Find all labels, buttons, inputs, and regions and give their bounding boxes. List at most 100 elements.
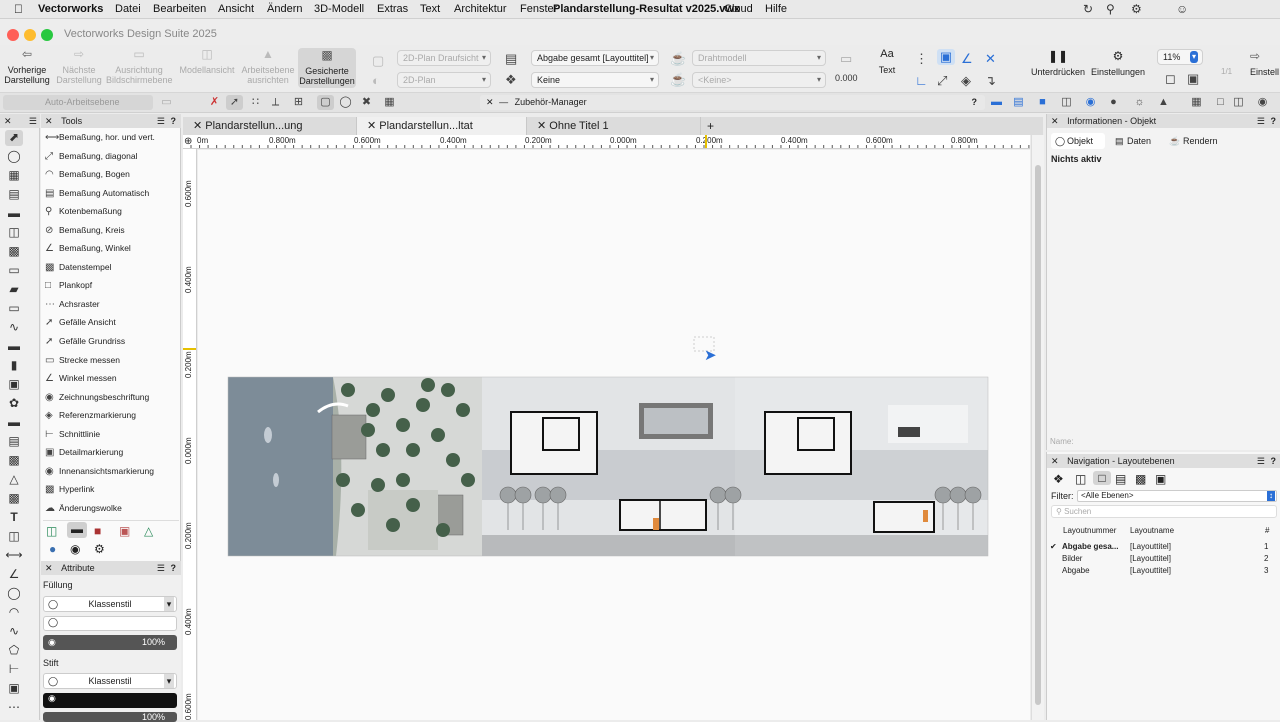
dimension-chain-tool-icon[interactable]: ⊢	[5, 662, 23, 678]
close-icon[interactable]: ✕	[45, 563, 53, 573]
settings2-button[interactable]: ⇨ Einstell	[1250, 50, 1280, 77]
menu-icon[interactable]: ☰	[157, 561, 165, 575]
tool-grid-line[interactable]: ⋯ Achsraster	[45, 299, 100, 310]
dimension-tool-icon[interactable]: ⟷	[5, 548, 23, 564]
menu-ansicht[interactable]: Ansicht	[218, 3, 254, 15]
zoom-select[interactable]: 11% ▾	[1157, 49, 1203, 65]
wall-tool-icon[interactable]: ▬	[5, 206, 23, 222]
railing-tool-icon[interactable]: ∿	[5, 320, 23, 336]
tool-interior-elevation[interactable]: ◉ Innenansichtsmarkierung	[45, 466, 154, 477]
stack-icon[interactable]: ◫	[1230, 95, 1247, 110]
render-sub-select[interactable]: <Keine> ▾	[692, 72, 826, 88]
close-icon[interactable]: ✕	[367, 120, 376, 132]
accessory-manager-bar[interactable]: ✕ — Zubehör-Manager ?	[480, 95, 985, 110]
menu-cloud[interactable]: Cloud	[724, 3, 753, 15]
fill-opacity-field[interactable]: ◉ 100%	[43, 635, 177, 650]
scroll-thumb[interactable]	[1035, 165, 1041, 705]
freehand-icon[interactable]: ✖	[358, 95, 375, 110]
col-layout-number[interactable]: Layoutnummer	[1063, 526, 1116, 535]
saved-views-button[interactable]: ▩ Gesicherte Darstellungen	[298, 48, 356, 88]
toolset-landscape-icon[interactable]: △	[144, 524, 153, 538]
doc-tab-2[interactable]: ✕ Plandarstellun...ltat v2025.vwx	[357, 117, 527, 150]
menu-bearbeiten[interactable]: Bearbeiten	[153, 3, 206, 15]
col-layout-name[interactable]: Layoutname	[1130, 526, 1174, 535]
callout-tool-icon[interactable]: ◫	[5, 529, 23, 545]
layout-row[interactable]: Bilder [Layouttitel] 2	[1047, 554, 1280, 566]
fill-color-field[interactable]: ◯	[43, 616, 177, 631]
column-tool-icon[interactable]: ◫	[5, 225, 23, 241]
camera-icon[interactable]: ◉	[1082, 95, 1099, 110]
grade-tool-icon[interactable]: △	[5, 472, 23, 488]
plant-tool-icon[interactable]: ✿	[5, 396, 23, 412]
render-sphere-icon[interactable]: ●	[1105, 95, 1122, 110]
selection-tool-icon[interactable]: ⬈	[5, 130, 23, 146]
search-icon[interactable]: ⚲	[1106, 2, 1115, 16]
doc-tab-3[interactable]: ✕ Ohne Titel 1	[527, 117, 701, 135]
pan-tool-icon[interactable]: ◯	[5, 149, 23, 165]
menu-3d-modell[interactable]: 3D-Modell	[314, 3, 364, 15]
align-workplane-button[interactable]: ▲ Arbeitsebene ausrichten	[238, 48, 298, 85]
vertical-scrollbar[interactable]	[1031, 135, 1044, 720]
snap-box-icon[interactable]: ▣	[937, 49, 955, 65]
close-window-button[interactable]	[7, 29, 19, 41]
constraint-tangent-icon[interactable]: ⊞	[290, 95, 307, 110]
pen-color-field[interactable]: ◉	[43, 693, 177, 708]
snap-smart-icon[interactable]: ∟	[915, 73, 928, 88]
align-screen-plane-button[interactable]: ▭ Ausrichtung Bildschirmebene	[106, 48, 173, 85]
help-icon[interactable]: ?	[171, 561, 177, 575]
snap-tangent-icon[interactable]: ⤢	[937, 73, 947, 89]
layout-row[interactable]: ✔ Abgabe gesa... [Layouttitel] 1	[1047, 542, 1280, 554]
workplane-view-icon[interactable]: ▭	[158, 95, 175, 110]
search-input[interactable]: ⚲ Suchen	[1051, 505, 1277, 518]
stair-tool-icon[interactable]: ▭	[5, 263, 23, 279]
toolset-furniture-icon[interactable]: ▣	[119, 524, 130, 538]
close-icon[interactable]: ✕	[1051, 456, 1059, 466]
polygon-tool-icon[interactable]: ⬠	[5, 643, 23, 659]
menu-text[interactable]: Text	[420, 3, 440, 15]
model-view-button[interactable]: ◫ Modellansicht	[177, 48, 237, 75]
text-button[interactable]: Aa Text	[872, 49, 902, 76]
circle-tool-icon[interactable]: ◯	[5, 586, 23, 602]
tool-dim-diag[interactable]: ⤢ Bemaßung, diagonal	[45, 151, 137, 162]
door-tool-icon[interactable]: ▦	[5, 168, 23, 184]
tool-measure-distance[interactable]: ▭ Strecke messen	[45, 355, 120, 366]
tool-slope-view[interactable]: ➚ Gefälle Ansicht	[45, 317, 116, 328]
table-icon[interactable]: ▦	[381, 95, 398, 110]
menu-aendern[interactable]: Ändern	[267, 3, 302, 15]
minus-icon[interactable]: —	[499, 97, 508, 107]
toolset-visualization-icon[interactable]: ●	[49, 542, 56, 556]
viewport-tool-icon[interactable]: ▩	[5, 491, 23, 507]
auto-workplane-button[interactable]: Auto-Arbeitsebene	[3, 95, 153, 110]
menu-datei[interactable]: Datei	[115, 3, 141, 15]
close-icon[interactable]: ✕	[1051, 116, 1059, 126]
snap-edge-icon[interactable]: ↴	[985, 73, 996, 89]
layer-options-icon[interactable]: ▬	[988, 95, 1005, 110]
freeform-tool-icon[interactable]: ∿	[5, 624, 23, 640]
apple-menu-icon[interactable]: 	[14, 2, 23, 16]
nav-sheets-icon[interactable]: □	[1093, 471, 1111, 485]
toolset-site-icon[interactable]: ◫	[46, 524, 57, 538]
layer-select[interactable]: Abgabe gesamt [Layouttitel] ▾	[531, 50, 659, 66]
fill-style-select[interactable]: ◯ Klassenstil ▾	[43, 596, 177, 612]
tool-section-line[interactable]: ⊢ Schnittlinie	[45, 429, 100, 440]
constraint-off-icon[interactable]: ✗	[206, 95, 223, 110]
constraint-line-icon[interactable]: ➚	[226, 95, 243, 110]
menu-fenster[interactable]: Fenster	[520, 3, 557, 15]
sync-icon[interactable]: ↻	[1083, 2, 1093, 16]
tool-dim-angle[interactable]: ∠ Bemaßung, Winkel	[45, 243, 131, 254]
tool-dim-arc[interactable]: ◠ Bemaßung, Bogen	[45, 169, 130, 180]
window-tool-icon[interactable]: ▤	[5, 187, 23, 203]
layer-icon[interactable]: ▤	[505, 51, 517, 67]
menu-icon[interactable]: ☰	[1257, 454, 1265, 468]
nav-viewports-icon[interactable]: ▩	[1135, 472, 1146, 486]
class-options-icon[interactable]: ▤	[1010, 95, 1027, 110]
new-tab-icon[interactable]: +	[707, 119, 714, 133]
pen-opacity-field[interactable]: 100%	[43, 712, 177, 722]
tool-reference-marker[interactable]: ◈ Referenzmarkierung	[45, 410, 136, 421]
zoom-window-button[interactable]	[41, 29, 53, 41]
menu-hilfe[interactable]: Hilfe	[765, 3, 787, 15]
help-icon[interactable]: ?	[171, 114, 177, 128]
pen-style-select[interactable]: ◯ Klassenstil ▾	[43, 673, 177, 689]
menu-extras[interactable]: Extras	[377, 3, 408, 15]
layer-blue-icon[interactable]: ■	[1034, 95, 1051, 110]
